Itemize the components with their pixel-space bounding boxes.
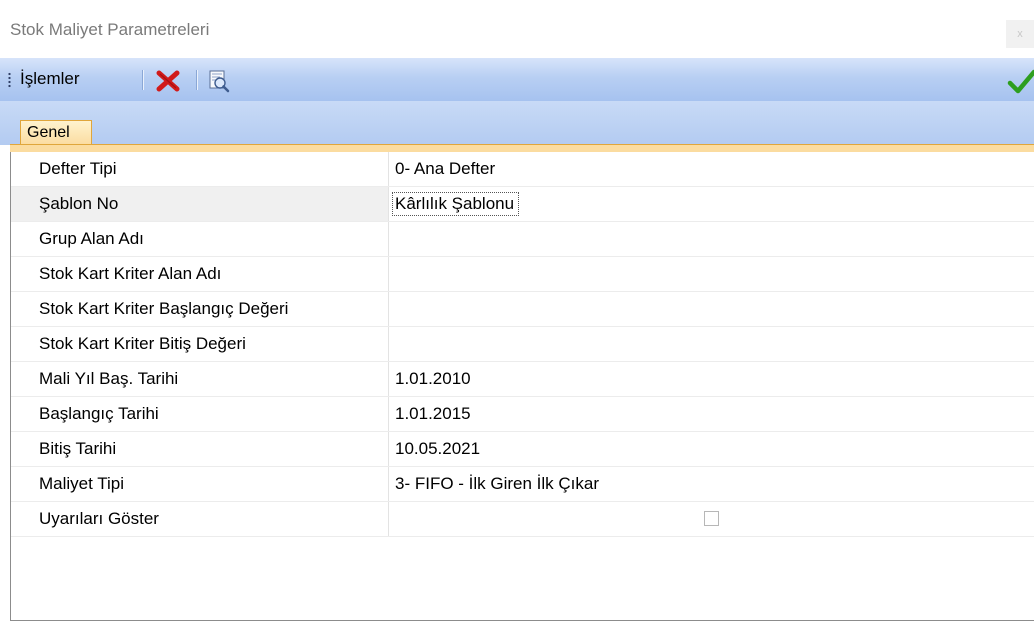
property-value[interactable] <box>389 222 1034 256</box>
property-value[interactable] <box>389 327 1034 361</box>
property-label: Stok Kart Kriter Bitiş Değeri <box>11 327 389 361</box>
property-label: Başlangıç Tarihi <box>11 397 389 431</box>
focused-value[interactable]: Kârlılık Şablonu <box>392 192 520 216</box>
ok-checkmark-icon[interactable] <box>1007 68 1034 96</box>
print-preview-icon[interactable] <box>207 69 231 93</box>
property-label: Defter Tipi <box>11 152 389 186</box>
property-label: Uyarıları Göster <box>11 502 389 536</box>
property-value[interactable] <box>389 292 1034 326</box>
property-row-stok-kart-kriter-bitis[interactable]: Stok Kart Kriter Bitiş Değeri <box>11 327 1034 362</box>
property-value[interactable]: 1.01.2015 <box>389 397 1034 431</box>
property-value[interactable] <box>389 502 1034 536</box>
property-row-uyarilari-goster[interactable]: Uyarıları Göster <box>11 502 1034 537</box>
close-icon[interactable]: x <box>1017 28 1023 40</box>
window-title: Stok Maliyet Parametreleri <box>10 20 210 39</box>
property-label: Stok Kart Kriter Alan Adı <box>11 257 389 291</box>
property-row-sablon-no[interactable]: Şablon No Kârlılık Şablonu <box>11 187 1034 222</box>
property-value[interactable] <box>389 257 1034 291</box>
toolbar-grip-icon[interactable] <box>8 72 11 89</box>
property-row-stok-kart-kriter-alan-adi[interactable]: Stok Kart Kriter Alan Adı <box>11 257 1034 292</box>
property-label: Grup Alan Adı <box>11 222 389 256</box>
property-label: Stok Kart Kriter Başlangıç Değeri <box>11 292 389 326</box>
property-label: Bitiş Tarihi <box>11 432 389 466</box>
property-grid: Defter Tipi 0- Ana Defter Şablon No Kârl… <box>10 152 1034 621</box>
delete-icon[interactable] <box>156 70 180 92</box>
property-row-defter-tipi[interactable]: Defter Tipi 0- Ana Defter <box>11 152 1034 187</box>
property-value[interactable]: Kârlılık Şablonu <box>389 187 1034 221</box>
toolbar-separator <box>142 70 144 90</box>
toolbar: İşlemler <box>0 58 1034 102</box>
property-value[interactable]: 3- FIFO - İlk Giren İlk Çıkar <box>389 467 1034 501</box>
property-row-grup-alan-adi[interactable]: Grup Alan Adı <box>11 222 1034 257</box>
property-row-mali-yil-bas-tarihi[interactable]: Mali Yıl Baş. Tarihi 1.01.2010 <box>11 362 1034 397</box>
property-value[interactable]: 1.01.2010 <box>389 362 1034 396</box>
islemler-menu[interactable]: İşlemler <box>20 69 80 89</box>
property-row-maliyet-tipi[interactable]: Maliyet Tipi 3- FIFO - İlk Giren İlk Çık… <box>11 467 1034 502</box>
property-label: Mali Yıl Baş. Tarihi <box>11 362 389 396</box>
property-value[interactable]: 0- Ana Defter <box>389 152 1034 186</box>
property-row-stok-kart-kriter-baslangic[interactable]: Stok Kart Kriter Başlangıç Değeri <box>11 292 1034 327</box>
property-value[interactable]: 10.05.2021 <box>389 432 1034 466</box>
property-row-baslangic-tarihi[interactable]: Başlangıç Tarihi 1.01.2015 <box>11 397 1034 432</box>
tab-genel[interactable]: Genel <box>20 120 92 145</box>
tab-label: Genel <box>27 124 70 141</box>
close-button[interactable]: x <box>1006 20 1034 48</box>
uyarilari-goster-checkbox[interactable] <box>704 511 719 526</box>
tab-strip: Genel <box>0 101 1034 145</box>
toolbar-separator <box>196 70 198 90</box>
title-bar: Stok Maliyet Parametreleri x <box>0 0 1034 58</box>
property-label: Şablon No <box>11 187 389 221</box>
property-row-bitis-tarihi[interactable]: Bitiş Tarihi 10.05.2021 <box>11 432 1034 467</box>
property-label: Maliyet Tipi <box>11 467 389 501</box>
